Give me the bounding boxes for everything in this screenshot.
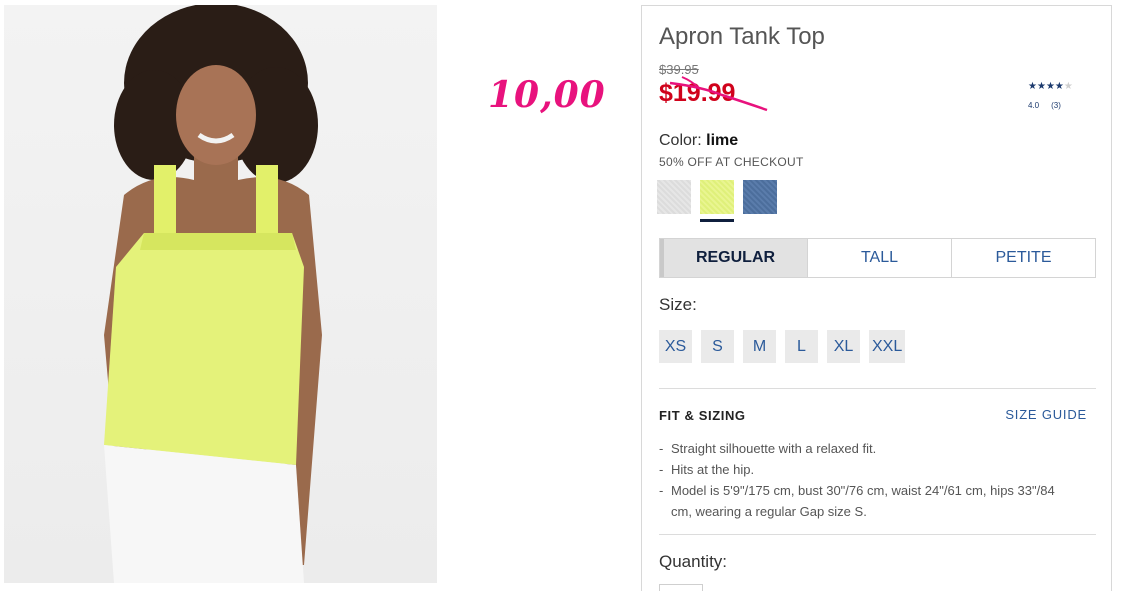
list-item: Hits at the hip. [659, 459, 1079, 480]
divider [659, 534, 1096, 535]
swatch-lime[interactable] [700, 180, 734, 222]
original-price: $39.95 [659, 62, 699, 77]
swatch-blue[interactable] [743, 180, 777, 214]
divider [659, 388, 1096, 389]
color-selection: Color: lime [659, 132, 738, 150]
color-value: lime [706, 132, 739, 149]
star-icon: ★ [1036, 81, 1046, 92]
promo-text: 50% OFF AT CHECKOUT [659, 155, 804, 169]
color-swatches [657, 180, 777, 222]
fit-tabs: REGULAR TALL PETITE [659, 238, 1096, 278]
color-label: Color: [659, 132, 707, 149]
size-m-button[interactable]: M [743, 330, 776, 363]
quantity-label: Quantity: [659, 552, 728, 571]
tab-regular[interactable]: REGULAR [660, 239, 807, 277]
product-rating[interactable]: ★★★★★ 4.0 (3) [1028, 81, 1088, 110]
product-photo[interactable] [4, 5, 437, 583]
star-empty-icon: ★ [1063, 81, 1073, 92]
fit-sizing-heading: FIT & SIZING [659, 408, 746, 423]
list-item: Model is 5'9"/175 cm, bust 30"/76 cm, wa… [659, 480, 1079, 522]
handwritten-price-note: 10,00 [488, 74, 606, 116]
rating-stars: ★★★★★ [1028, 81, 1088, 92]
tab-petite[interactable]: PETITE [951, 239, 1095, 277]
product-details-panel: Apron Tank Top $39.95 $19.99 ★★★★★ 4.0 (… [641, 5, 1112, 591]
size-xl-button[interactable]: XL [827, 330, 860, 363]
sale-price: $19.99 [659, 79, 736, 107]
product-title: Apron Tank Top [659, 23, 825, 50]
size-xs-button[interactable]: XS [659, 330, 692, 363]
fit-details-list: Straight silhouette with a relaxed fit. … [659, 438, 1079, 522]
size-xxl-button[interactable]: XXL [869, 330, 906, 363]
size-l-button[interactable]: L [785, 330, 818, 363]
review-count[interactable]: (3) [1051, 101, 1061, 110]
rating-score: 4.0 [1028, 101, 1040, 110]
size-options: XS S M L XL XXL [659, 330, 906, 363]
star-icon: ★ [1045, 81, 1055, 92]
size-label: Size: [659, 295, 697, 314]
star-icon: ★ [1054, 81, 1064, 92]
size-guide-link[interactable]: SIZE GUIDE [1005, 407, 1087, 422]
star-icon: ★ [1028, 81, 1037, 92]
list-item: Straight silhouette with a relaxed fit. [659, 438, 1079, 459]
swatch-grey[interactable] [657, 180, 691, 214]
quantity-input[interactable] [659, 584, 703, 591]
model-illustration [104, 5, 322, 583]
size-s-button[interactable]: S [701, 330, 734, 363]
tab-tall[interactable]: TALL [807, 239, 951, 277]
